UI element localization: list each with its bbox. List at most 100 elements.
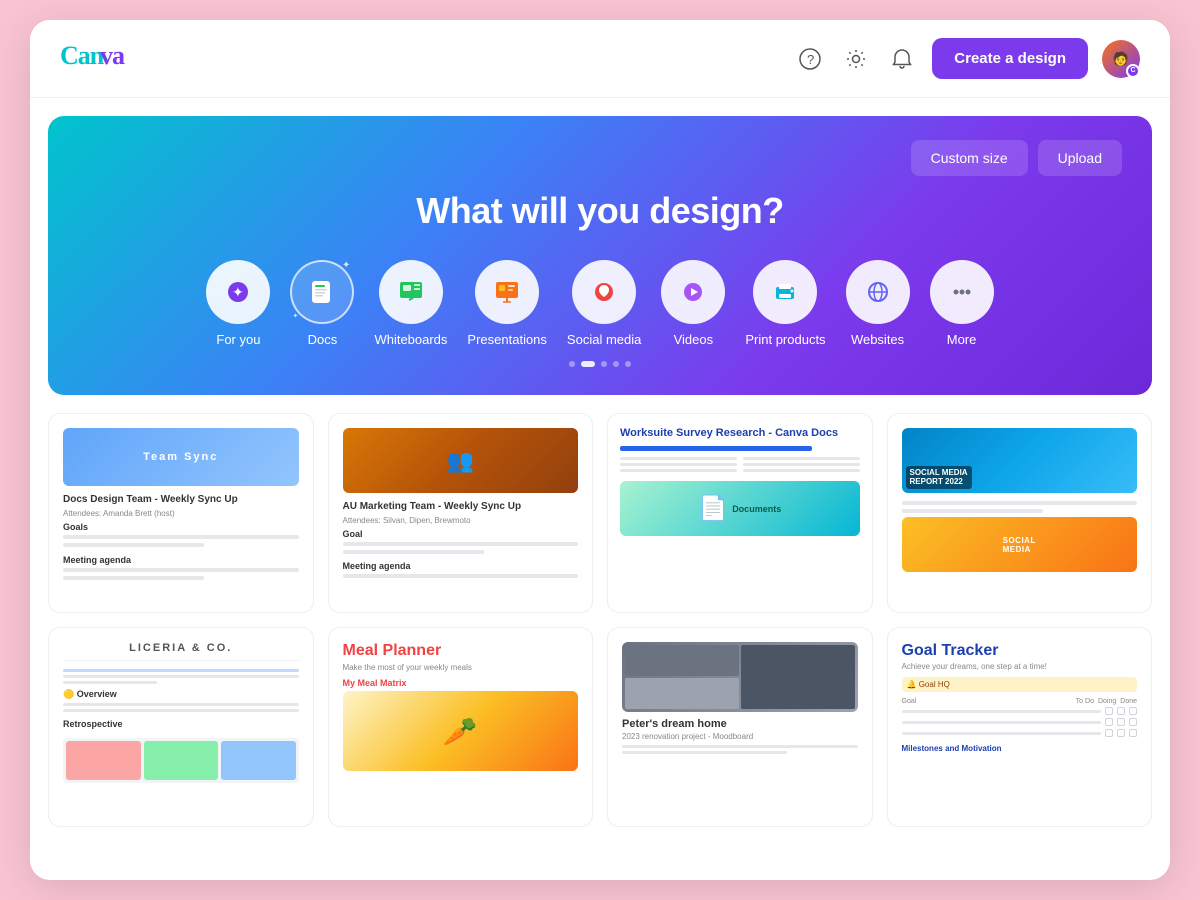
todo-col-label: To Do — [1076, 698, 1094, 705]
goal-tracker-title: Goal Tracker — [902, 642, 1138, 660]
worksuite-line-6 — [743, 469, 860, 472]
card-peters-dream[interactable]: Peter's dream home 2023 renovation proje… — [607, 627, 873, 827]
category-for-you[interactable]: ✦ For you — [206, 260, 270, 347]
worksuite-docs-visual: 📄 Documents — [620, 481, 860, 536]
liceria-line-2 — [63, 681, 157, 684]
goal-row-3 — [902, 729, 1138, 737]
help-icon[interactable]: ? — [796, 45, 824, 73]
goal-row-2-doing — [1117, 718, 1125, 726]
card-4-line-1 — [902, 501, 1138, 505]
more-icon-wrap — [930, 260, 994, 324]
card-2-line-1 — [343, 542, 579, 546]
social-media-bottom: SOCIALMEDIA — [902, 517, 1138, 572]
goal-row-1-done — [1129, 707, 1137, 715]
card-4-line-2 — [902, 509, 1043, 513]
social-media-icon-wrap — [572, 260, 636, 324]
worksuite-grid — [620, 457, 860, 475]
liceria-line-4 — [63, 709, 299, 712]
card-1-line-1 — [63, 535, 299, 539]
presentations-label: Presentations — [467, 332, 547, 347]
card-1-section-goals: Goals — [63, 522, 299, 532]
presentations-icon-wrap — [475, 260, 539, 324]
hero-dots — [78, 361, 1122, 367]
category-websites[interactable]: Websites — [846, 260, 910, 347]
card-marketing-team[interactable]: 👥 AU Marketing Team - Weekly Sync Up Att… — [328, 413, 594, 613]
hero-title: What will you design? — [78, 190, 1122, 232]
more-label: More — [947, 332, 977, 347]
meal-planner-title: Meal Planner — [343, 642, 579, 660]
logo[interactable]: Can va — [60, 40, 796, 77]
goal-hq-badge: 🔔 Goal HQ — [902, 677, 1138, 692]
print-products-icon-wrap — [753, 260, 817, 324]
svg-text:va: va — [100, 41, 125, 70]
svg-text:✦: ✦ — [232, 284, 244, 300]
hero-dot-4[interactable] — [613, 361, 619, 367]
print-products-label: Print products — [745, 332, 825, 347]
category-docs[interactable]: Docs — [290, 260, 354, 347]
card-2-subtitle: Attendees: Silvan, Dipen, Brewmoto — [343, 516, 579, 525]
create-design-button[interactable]: Create a design — [932, 38, 1088, 79]
card-1-line-3 — [63, 568, 299, 572]
peters-dream-line-2 — [622, 751, 787, 754]
meal-planner-subtitle: Make the most of your weekly meals — [343, 663, 579, 672]
custom-size-button[interactable]: Custom size — [911, 140, 1028, 176]
category-print-products[interactable]: Print products — [745, 260, 825, 347]
goal-row-3-doing — [1117, 729, 1125, 737]
goal-row-2-done — [1129, 718, 1137, 726]
meeting-photo-inner: 👥 — [343, 428, 579, 493]
liceria-thumb-3 — [221, 741, 296, 780]
card-worksuite[interactable]: Worksuite Survey Research - Canva Docs — [607, 413, 873, 613]
worksuite-line-5 — [743, 463, 860, 466]
meal-planner-photo: 🥕 — [343, 691, 579, 771]
card-liceria[interactable]: LICERIA & CO. 🟡 Overview Retrospective — [48, 627, 314, 827]
avatar[interactable]: 🧑 C — [1102, 40, 1140, 78]
avatar-badge: C — [1126, 64, 1140, 78]
worksuite-line-2 — [620, 463, 737, 466]
doing-col-label: Doing — [1098, 698, 1116, 705]
upload-button[interactable]: Upload — [1038, 140, 1122, 176]
whiteboards-icon-wrap — [379, 260, 443, 324]
goal-row-3-done — [1129, 729, 1137, 737]
notifications-icon[interactable] — [888, 45, 916, 73]
category-whiteboards[interactable]: Whiteboards — [374, 260, 447, 347]
goal-tracker-table-header: Goal To Do Doing Done — [902, 698, 1138, 705]
goal-row-2 — [902, 718, 1138, 726]
hero-dot-5[interactable] — [625, 361, 631, 367]
done-col-label: Done — [1120, 698, 1137, 705]
card-team-sync[interactable]: Team Sync Docs Design Team - Weekly Sync… — [48, 413, 314, 613]
team-sync-header: Team Sync — [63, 428, 299, 486]
category-more[interactable]: More — [930, 260, 994, 347]
liceria-line-blue — [63, 669, 299, 672]
goal-row-1-todo — [1105, 707, 1113, 715]
card-meal-planner[interactable]: Meal Planner Make the most of your weekl… — [328, 627, 594, 827]
app-container: Can va ? Create a design 🧑 C Custom size… — [30, 20, 1170, 880]
card-goal-tracker[interactable]: Goal Tracker Achieve your dreams, one st… — [887, 627, 1153, 827]
category-presentations[interactable]: Presentations — [467, 260, 547, 347]
liceria-section-overview: 🟡 Overview — [63, 689, 299, 700]
category-social-media[interactable]: Social media — [567, 260, 641, 347]
card-1-line-4 — [63, 576, 204, 580]
card-1-title: Docs Design Team - Weekly Sync Up — [63, 494, 299, 505]
liceria-line-1 — [63, 675, 299, 678]
card-social-media-report[interactable]: SOCIAL MEDIAREPORT 2022 SOCIALMEDIA — [887, 413, 1153, 613]
settings-icon[interactable] — [842, 45, 870, 73]
svg-text:Can: Can — [60, 41, 105, 70]
hero-dot-3[interactable] — [601, 361, 607, 367]
for-you-label: For you — [216, 332, 260, 347]
peters-dream-subtitle: 2023 renovation project - Moodboard — [622, 732, 858, 741]
cards-grid: Team Sync Docs Design Team - Weekly Sync… — [48, 413, 1152, 827]
social-media-photo: SOCIAL MEDIAREPORT 2022 — [902, 428, 1138, 493]
goal-tracker-subtitle: Achieve your dreams, one step at a time! — [902, 662, 1138, 671]
hero-dot-1[interactable] — [569, 361, 575, 367]
for-you-icon-wrap: ✦ — [206, 260, 270, 324]
hero-banner: Custom size Upload What will you design?… — [48, 116, 1152, 395]
card-2-line-3 — [343, 574, 579, 578]
docs-icon-wrap — [290, 260, 354, 324]
goal-row-1-doing — [1117, 707, 1125, 715]
category-videos[interactable]: Videos — [661, 260, 725, 347]
worksuite-highlight — [620, 446, 812, 451]
worksuite-col-2 — [743, 457, 860, 475]
goal-row-3-todo — [1105, 729, 1113, 737]
goal-row-1-label — [902, 710, 1102, 713]
hero-dot-2[interactable] — [581, 361, 595, 367]
